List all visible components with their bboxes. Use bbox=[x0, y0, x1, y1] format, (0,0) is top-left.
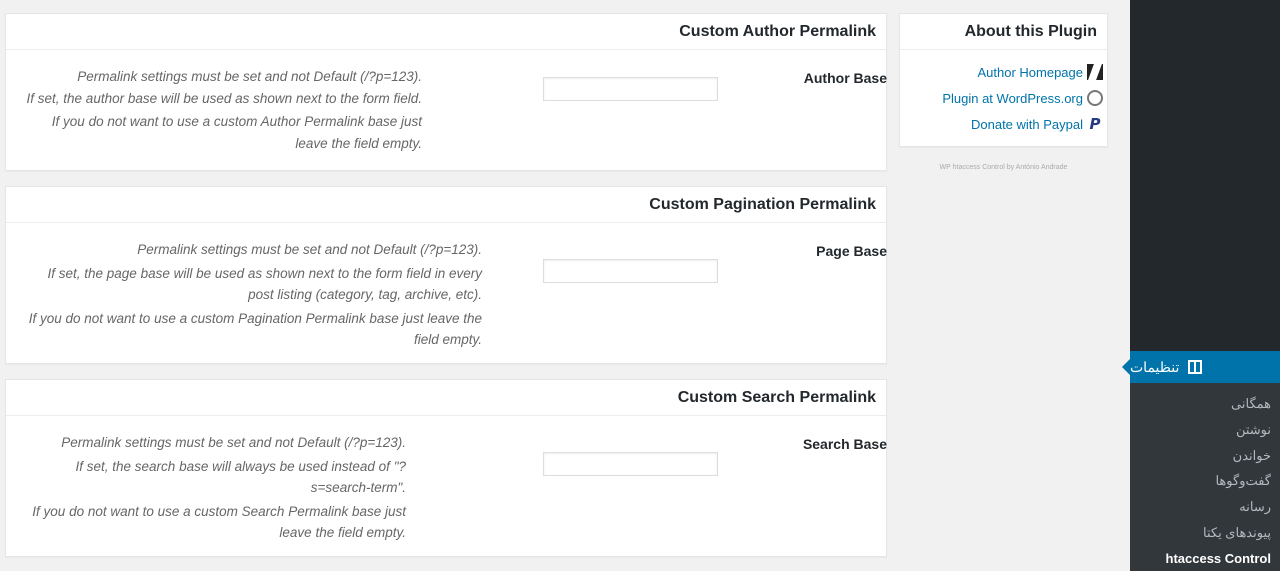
settings-submenu: همگانی نوشتن خواندن گفت‌وگوها رسانه پیون… bbox=[1130, 383, 1280, 571]
description-line: field empty. bbox=[413, 332, 482, 348]
submenu-item-permalinks[interactable]: پیوندهای یکتا bbox=[1130, 520, 1280, 546]
description-line: If set, the search base will always be u… bbox=[75, 458, 406, 474]
admin-sidebar: تنظیمات همگانی نوشتن خواندن گفت‌وگوها رس… bbox=[1122, 0, 1280, 571]
description-line: s=search-term". bbox=[310, 480, 406, 496]
description-line: leave the field empty. bbox=[295, 135, 422, 151]
author-permalink-title: Custom Author Permalink bbox=[6, 14, 886, 50]
page-base-description: Permalink settings must be set and not D… bbox=[26, 239, 482, 351]
submenu-item-media[interactable]: رسانه bbox=[1130, 494, 1280, 520]
search-base-input[interactable] bbox=[543, 452, 718, 476]
submenu-item-htaccess-control[interactable]: htaccess Control bbox=[1130, 546, 1280, 571]
description-line: post listing (category, tag, archive, et… bbox=[248, 287, 482, 303]
description-line: If set, the author base will be used as … bbox=[26, 90, 422, 106]
donate-paypal-label: Donate with Paypal bbox=[970, 116, 1083, 132]
description-line: If set, the page base will be used as sh… bbox=[47, 265, 483, 281]
active-arrow bbox=[1122, 359, 1130, 375]
plugin-wordpress-link[interactable]: Plugin at WordPress.org bbox=[900, 85, 1107, 111]
description-line: leave the field empty. bbox=[279, 525, 406, 541]
donate-paypal-link[interactable]: Donate with Paypal P bbox=[900, 111, 1107, 137]
description-line: Permalink settings must be set and not D… bbox=[61, 435, 406, 450]
author-base-label: Author Base bbox=[803, 70, 887, 86]
menu-item-settings[interactable]: تنظیمات bbox=[1122, 351, 1280, 383]
description-line: Permalink settings must be set and not D… bbox=[77, 69, 422, 84]
pagination-permalink-box: Custom Pagination Permalink Page Base Pe… bbox=[5, 186, 887, 364]
description-line: If you do not want to use a custom Searc… bbox=[32, 503, 406, 519]
search-permalink-box: Custom Search Permalink Search Base Perm… bbox=[5, 379, 887, 557]
author-base-input[interactable] bbox=[543, 77, 718, 101]
page-base-label: Page Base bbox=[816, 243, 887, 259]
description-line: If you do not want to use a custom Pagin… bbox=[28, 310, 482, 326]
search-base-label: Search Base bbox=[802, 436, 887, 452]
author-logo-icon bbox=[1087, 64, 1103, 80]
search-base-description: Permalink settings must be set and not D… bbox=[26, 432, 406, 544]
author-base-description: Permalink settings must be set and not D… bbox=[26, 66, 422, 154]
author-permalink-box: Custom Author Permalink Author Base Perm… bbox=[5, 13, 887, 171]
page-base-input[interactable] bbox=[543, 259, 718, 283]
plugin-credit: WP htaccess Control by António Andrade bbox=[939, 164, 1068, 171]
wordpress-icon bbox=[1087, 90, 1103, 106]
about-plugin-title: About this Plugin bbox=[900, 14, 1107, 50]
search-permalink-title: Custom Search Permalink bbox=[6, 380, 886, 416]
submenu-item-reading[interactable]: خواندن bbox=[1130, 443, 1280, 469]
author-homepage-label: Author Homepage bbox=[977, 64, 1083, 80]
plugin-wordpress-label: Plugin at WordPress.org bbox=[942, 90, 1083, 106]
submenu-item-writing[interactable]: نوشتن bbox=[1130, 417, 1280, 443]
submenu-item-discussion[interactable]: گفت‌وگوها bbox=[1130, 468, 1280, 494]
description-line: Permalink settings must be set and not D… bbox=[137, 242, 482, 257]
about-plugin-box: About this Plugin Author Homepage Plugin… bbox=[899, 13, 1108, 147]
paypal-icon: P bbox=[1089, 115, 1101, 133]
author-homepage-link[interactable]: Author Homepage bbox=[900, 59, 1107, 85]
submenu-item-general[interactable]: همگانی bbox=[1130, 391, 1280, 417]
menu-item-settings-label: تنظیمات bbox=[1130, 358, 1180, 375]
pagination-permalink-title: Custom Pagination Permalink bbox=[6, 187, 886, 223]
settings-icon bbox=[1187, 359, 1203, 375]
description-line: If you do not want to use a custom Autho… bbox=[51, 114, 422, 130]
